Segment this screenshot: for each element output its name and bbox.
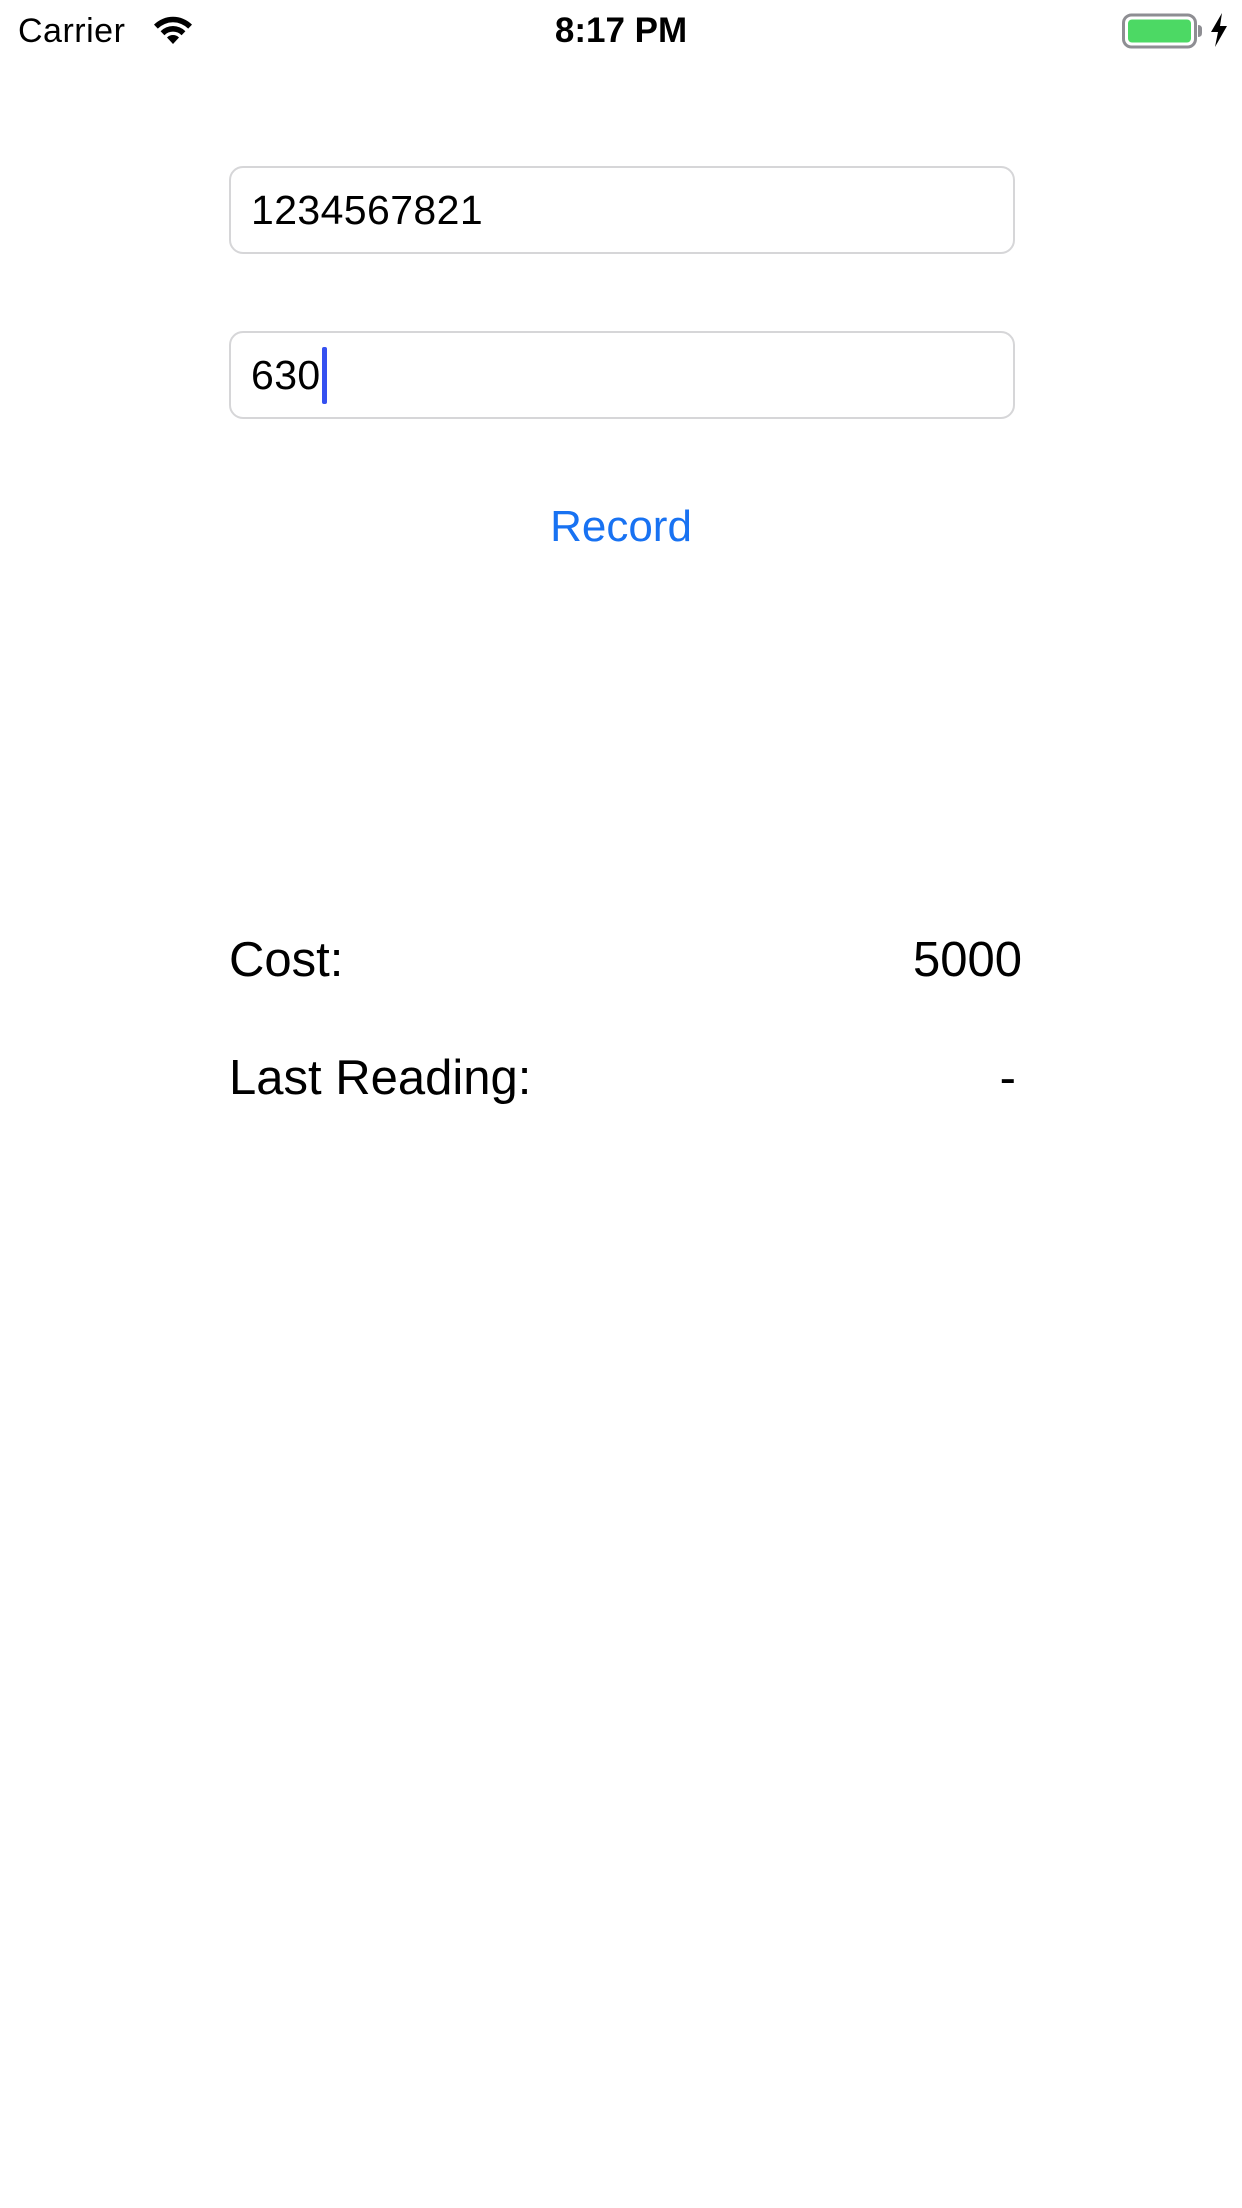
charging-bolt-icon bbox=[1211, 13, 1227, 47]
reading-value: 630 bbox=[251, 352, 321, 398]
reading-field[interactable]: 630 bbox=[229, 331, 1015, 419]
last-reading-row: Last Reading: - bbox=[229, 1046, 1022, 1110]
cost-row: Cost: 5000 bbox=[229, 928, 1022, 992]
status-time: 8:17 PM bbox=[554, 11, 688, 50]
status-bar: Carrier 8:17 PM bbox=[0, 0, 1242, 62]
meter-number-value: 1234567821 bbox=[251, 187, 484, 233]
battery-icon bbox=[1122, 13, 1202, 49]
reading-value-wrapper: 630 bbox=[251, 333, 327, 417]
cost-label: Cost: bbox=[229, 933, 344, 987]
meter-number-field[interactable]: 1234567821 bbox=[229, 166, 1015, 254]
record-button[interactable]: Record bbox=[471, 492, 771, 562]
last-reading-value: - bbox=[999, 1051, 1016, 1105]
cost-value: 5000 bbox=[912, 933, 1022, 987]
last-reading-label: Last Reading: bbox=[229, 1051, 532, 1105]
text-cursor bbox=[321, 346, 327, 404]
